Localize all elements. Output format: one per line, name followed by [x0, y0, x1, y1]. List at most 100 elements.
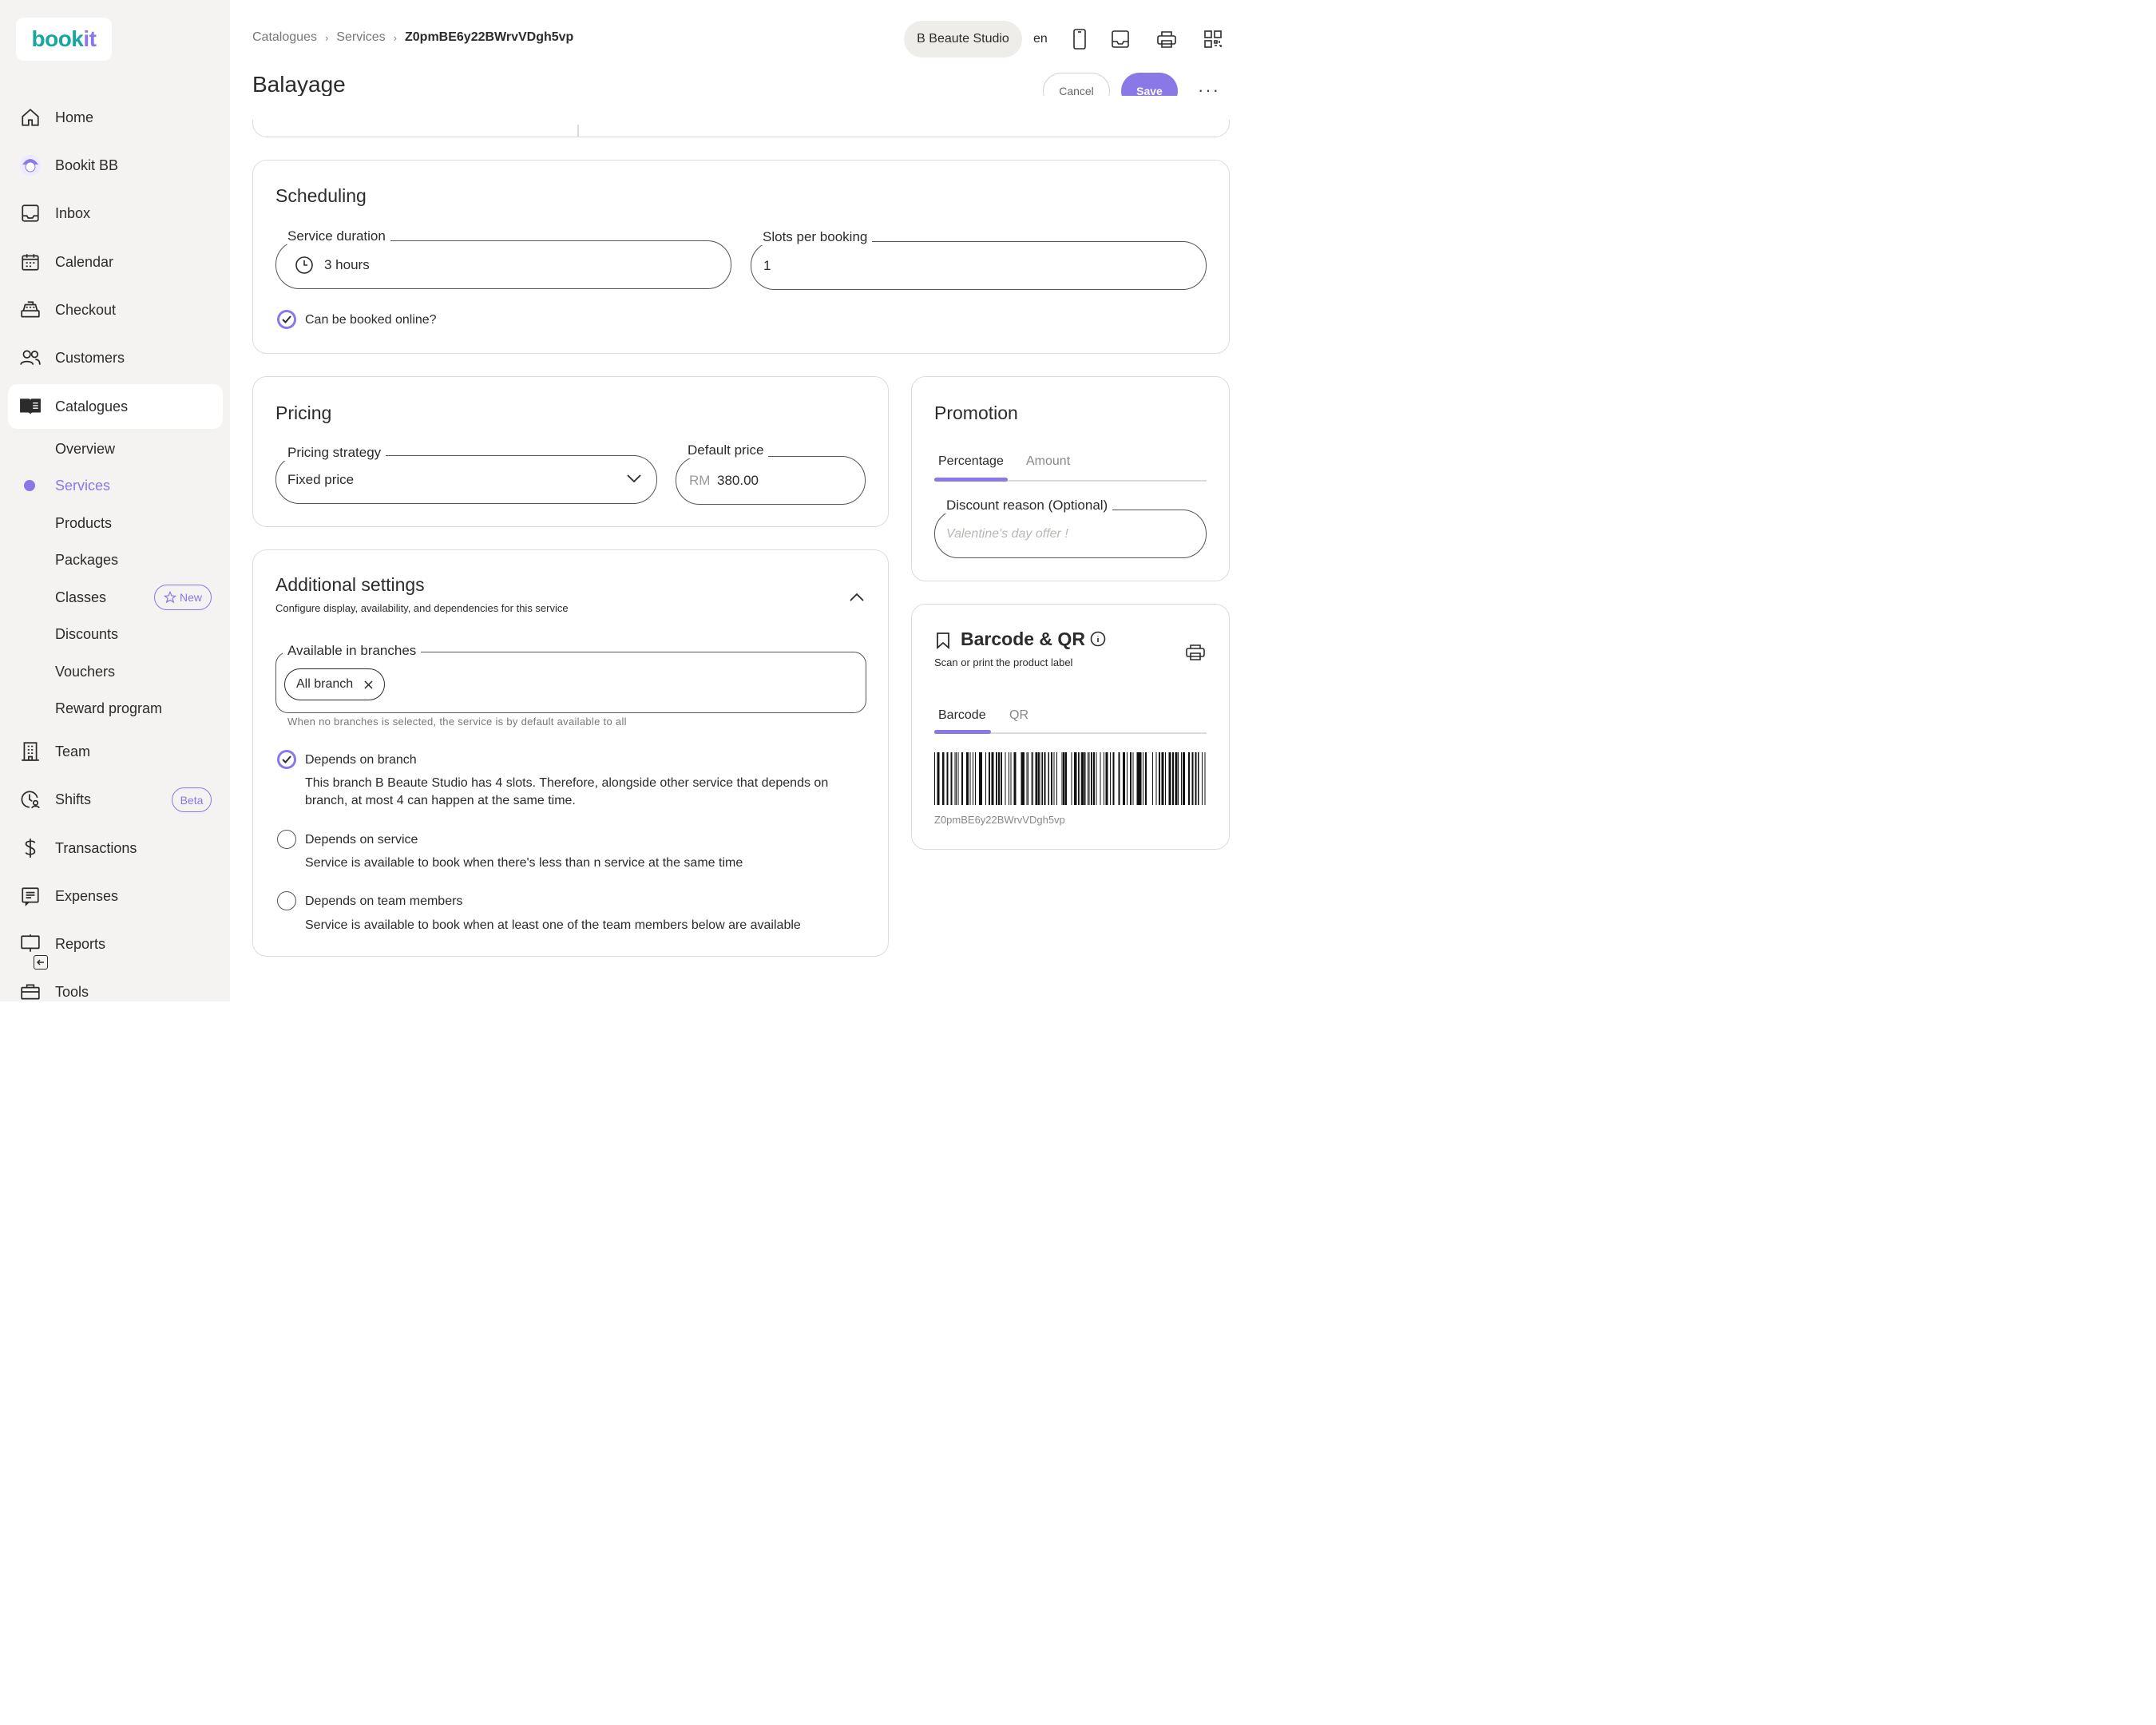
- sidebar-subitem-services[interactable]: Services: [55, 478, 110, 494]
- sidebar-item-label: Catalogues: [55, 398, 129, 414]
- tab-qr[interactable]: QR: [1009, 708, 1028, 723]
- breadcrumb-catalogues[interactable]: Catalogues: [252, 30, 317, 45]
- breadcrumb-current: Z0pmBE6y22BWrvVDgh5vp: [405, 30, 574, 44]
- chevron-up-icon[interactable]: [849, 592, 865, 607]
- depends-on-branch-description: This branch B Beaute Studio has 4 slots.…: [305, 776, 829, 790]
- collapse-sidebar-button[interactable]: [34, 955, 48, 970]
- sidebar-item-inbox[interactable]: Inbox: [8, 191, 223, 236]
- barcode-bar: [1044, 752, 1046, 805]
- register-icon: [18, 298, 42, 322]
- barcode-bar: [954, 752, 956, 805]
- sidebar-item-team[interactable]: Team: [8, 729, 223, 774]
- depends-on-service-checkbox[interactable]: [277, 830, 296, 849]
- tab-barcode[interactable]: Barcode: [938, 708, 986, 723]
- depends-on-service-description: Service is available to book when there'…: [305, 856, 743, 870]
- tab-percentage[interactable]: Percentage: [938, 454, 1004, 469]
- barcode-bar: [1096, 752, 1097, 805]
- sidebar-item-expenses[interactable]: Expenses: [8, 874, 223, 918]
- language-selector[interactable]: en: [1033, 32, 1048, 46]
- barcode-bar: [1026, 752, 1028, 805]
- depends-on-branch-checkbox[interactable]: [277, 750, 296, 769]
- branch-chip-label: All branch: [296, 677, 354, 691]
- sidebar-item-catalogues[interactable]: Catalogues: [8, 384, 223, 429]
- barcode-bar: [1078, 752, 1079, 805]
- barcode-bar: [1084, 752, 1086, 805]
- pricing-strategy-label: Pricing strategy: [283, 445, 386, 461]
- mobile-icon[interactable]: [1069, 29, 1090, 50]
- qr-code-icon[interactable]: [1203, 29, 1223, 50]
- barcode-bar: [1010, 752, 1012, 805]
- barcode-bar: [996, 752, 997, 805]
- service-duration-label: Service duration: [283, 228, 390, 244]
- depends-on-team-checkbox[interactable]: [277, 891, 296, 910]
- print-label-icon[interactable]: [1185, 643, 1206, 666]
- barcode-bar: [956, 752, 957, 805]
- barcode-bar: [975, 752, 976, 805]
- tab-amount[interactable]: Amount: [1026, 454, 1070, 469]
- barcode-bar: [1112, 752, 1115, 805]
- sidebar-subitem-vouchers[interactable]: Vouchers: [55, 664, 115, 680]
- sidebar-item-bookit-bb[interactable]: Bookit BB: [8, 143, 223, 188]
- barcode-bar: [979, 752, 980, 805]
- divider: [577, 125, 579, 137]
- barcode-bar: [969, 752, 971, 805]
- info-icon[interactable]: [1090, 631, 1106, 651]
- sidebar-item-label: Inbox: [55, 204, 91, 221]
- scheduling-card: Scheduling Service duration 3 hours Slot…: [252, 160, 1230, 354]
- barcode-bar: [1123, 752, 1125, 805]
- barcode-bar: [1038, 752, 1040, 805]
- barcode-bar: [1172, 752, 1174, 805]
- service-duration-field[interactable]: Service duration 3 hours: [275, 228, 731, 289]
- sidebar-item-home[interactable]: Home: [8, 95, 223, 140]
- calendar-icon: [18, 250, 42, 274]
- sidebar-subitem-classes[interactable]: Classes: [55, 589, 106, 606]
- barcode-bar: [1130, 752, 1132, 805]
- bookit-logo[interactable]: book it: [16, 18, 112, 61]
- inbox-icon[interactable]: [1110, 29, 1131, 50]
- barcode-bar: [1056, 752, 1057, 805]
- barcode-image: [934, 752, 1206, 805]
- booked-online-checkbox[interactable]: [277, 310, 296, 329]
- barcode-bar: [1181, 752, 1182, 805]
- branch-chip[interactable]: All branch: [284, 668, 386, 700]
- default-price-field[interactable]: Default price RM 380.00: [676, 442, 866, 505]
- sidebar-item-tools[interactable]: Tools: [8, 970, 223, 1014]
- home-icon: [18, 105, 42, 129]
- printer-icon[interactable]: [1156, 29, 1177, 50]
- tab-active-indicator: [934, 730, 991, 734]
- slots-per-booking-field[interactable]: Slots per booking 1: [751, 229, 1207, 290]
- sidebar-item-label: Reports: [55, 935, 106, 952]
- new-badge-label: New: [179, 591, 202, 604]
- discount-reason-field[interactable]: Discount reason (Optional) Valentine's d…: [934, 498, 1207, 558]
- inbox-icon: [18, 201, 42, 225]
- sidebar-subitem-discounts[interactable]: Discounts: [55, 626, 118, 643]
- barcode-bar: [1040, 752, 1042, 805]
- sidebar-subitem-packages[interactable]: Packages: [55, 552, 118, 569]
- barcode-bar: [1145, 752, 1147, 805]
- breadcrumb-services[interactable]: Services: [336, 30, 385, 45]
- sidebar-item-checkout[interactable]: Checkout: [8, 288, 223, 332]
- sidebar-subitem-overview[interactable]: Overview: [55, 441, 115, 458]
- barcode-bar: [1023, 752, 1024, 805]
- sidebar-item-transactions[interactable]: Transactions: [8, 826, 223, 870]
- discount-reason-label: Discount reason (Optional): [941, 498, 1113, 514]
- barcode-bar: [1093, 752, 1095, 805]
- sidebar-item-customers[interactable]: Customers: [8, 335, 223, 380]
- barcode-value: Z0pmBE6y22BWrvVDgh5vp: [934, 814, 1065, 826]
- sidebar-subitem-products[interactable]: Products: [55, 515, 112, 532]
- available-branches-field[interactable]: Available in branches All branch: [275, 643, 866, 713]
- depends-on-branch-description: branch, at most 4 can happen at the same…: [305, 794, 576, 807]
- breadcrumb-separator: ›: [324, 31, 329, 44]
- close-icon[interactable]: [364, 680, 373, 689]
- sidebar-subitem-reward-program[interactable]: Reward program: [55, 700, 162, 717]
- studio-selector[interactable]: B Beaute Studio: [904, 21, 1022, 58]
- barcode-bar: [980, 752, 982, 805]
- sidebar-item-label: Tools: [55, 983, 89, 1000]
- checkbox-inner: [279, 312, 294, 327]
- tab-active-indicator: [934, 478, 1008, 482]
- star-icon: [163, 591, 176, 604]
- scroll-mask: [252, 96, 1230, 120]
- pricing-strategy-select[interactable]: Pricing strategy Fixed price: [275, 445, 657, 504]
- additional-settings-subtitle: Configure display, availability, and dep…: [275, 602, 569, 614]
- sidebar-item-calendar[interactable]: Calendar: [8, 240, 223, 284]
